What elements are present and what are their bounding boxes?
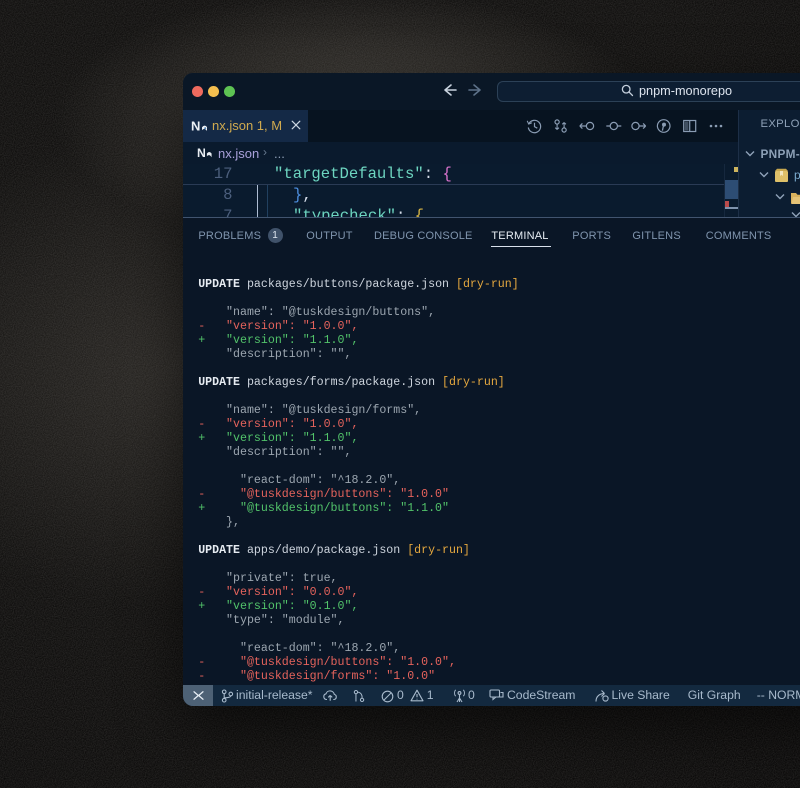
svg-text:N: N [191, 119, 200, 133]
svg-text:N: N [197, 146, 206, 160]
